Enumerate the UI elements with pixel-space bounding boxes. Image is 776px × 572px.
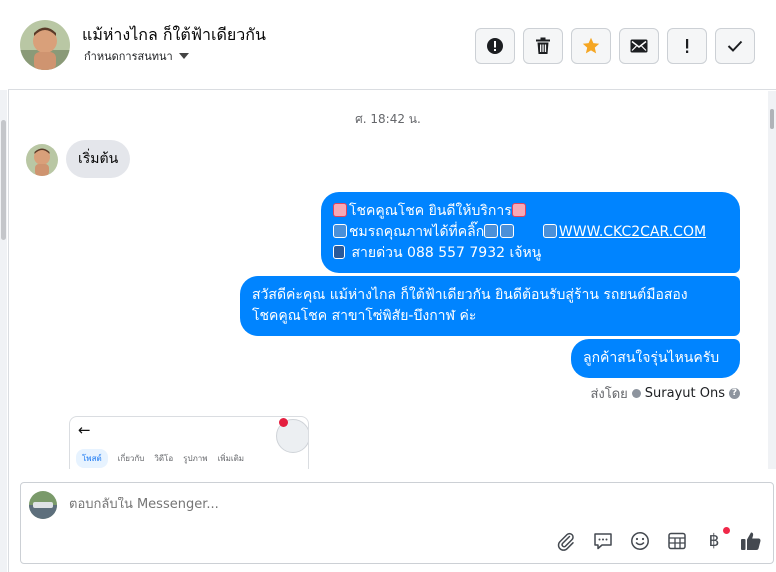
message-timestamp: ศ. 18:42 น. xyxy=(355,112,421,126)
agent-status-icon xyxy=(631,389,641,398)
conversation-actions xyxy=(475,28,755,64)
preview-tab: วิดีโอ xyxy=(154,454,174,463)
mail-icon xyxy=(630,39,648,53)
left-scrollbar[interactable] xyxy=(0,90,7,572)
assign-conversation-dropdown[interactable]: กำหนดการสนทนา xyxy=(84,47,189,65)
sent-by-info: ส่งโดย Surayut Ons ? xyxy=(590,383,740,404)
message-line: ชมรถคุณภาพได้ที่คลิ๊ก WWW.CKC2CAR.COM xyxy=(333,222,728,243)
notification-badge xyxy=(279,418,288,427)
message-line: สายด่วน 088 557 7932 เจ้หนู xyxy=(333,243,728,264)
like-icon xyxy=(741,532,761,550)
follow-up-button[interactable] xyxy=(667,28,707,64)
attach-button[interactable] xyxy=(554,529,578,553)
preview-tab: รูปภาพ xyxy=(183,454,208,463)
sparkle-emoji-icon xyxy=(333,203,347,217)
preview-tab: เกี่ยวกับ xyxy=(117,454,145,463)
like-button[interactable] xyxy=(739,529,763,553)
down-arrow-emoji-icon xyxy=(500,224,515,238)
message-thread[interactable]: ศ. 18:42 น. เริ่มต้น โชคคูณโชค ยินดีให้บ… xyxy=(8,91,768,469)
back-arrow-icon: ← xyxy=(78,421,91,439)
website-link[interactable]: WWW.CKC2CAR.COM xyxy=(559,224,706,240)
phone-emoji-icon xyxy=(333,245,345,259)
sparkle-emoji-icon xyxy=(511,203,526,217)
message-text: สายด่วน 088 557 7932 เจ้หนู xyxy=(351,245,542,261)
outgoing-message-greeting[interactable]: โชคคูณโชค ยินดีให้บริการ ชมรถคุณภาพได้ที… xyxy=(321,192,740,273)
new-feature-dot xyxy=(723,527,730,534)
message-text: ชมรถคุณภาพได้ที่คลิ๊ก xyxy=(349,224,485,240)
thread-scrollbar-thumb[interactable] xyxy=(770,109,774,129)
contact-avatar[interactable] xyxy=(20,20,70,70)
sent-by-label: ส่งโดย xyxy=(590,387,628,402)
help-icon[interactable]: ? xyxy=(729,388,740,399)
check-icon xyxy=(727,40,743,52)
composer-toolbar: ฿ xyxy=(554,527,763,553)
star-button[interactable] xyxy=(571,28,611,64)
trash-icon xyxy=(536,37,550,54)
template-button[interactable] xyxy=(665,529,689,553)
emoji-icon xyxy=(631,532,649,550)
down-arrow-emoji-icon xyxy=(484,224,499,238)
reply-composer: ฿ xyxy=(20,482,774,564)
preview-tab: เพิ่มเติม xyxy=(217,454,245,463)
payment-button[interactable]: ฿ xyxy=(702,527,730,553)
conversation-header: แม้ห่างไกล ก็ใต้ฟ้าเดียวกัน กำหนดการสนทน… xyxy=(8,0,776,90)
contact-avatar-small[interactable] xyxy=(26,144,58,176)
outgoing-message-welcome[interactable]: สวัสดีค่ะคุณ แม้ห่างไกล ก็ใต้ฟ้าเดียวกัน… xyxy=(240,276,740,336)
incoming-message[interactable]: เริ่มต้น xyxy=(66,140,131,178)
template-icon xyxy=(668,532,686,550)
paperclip-icon xyxy=(557,532,574,551)
emoji-button[interactable] xyxy=(628,529,652,553)
spam-button[interactable] xyxy=(475,28,515,64)
exclamation-icon xyxy=(686,39,689,53)
play-emoji-icon xyxy=(542,224,557,238)
thread-scrollbar[interactable] xyxy=(768,91,776,469)
shared-image-preview[interactable]: ← โพสต์ เกี่ยวกับ วิดีโอ รูปภาพ เพิ่มเติ… xyxy=(69,416,309,469)
reply-input[interactable] xyxy=(69,497,749,512)
sent-by-name: Surayut Ons xyxy=(644,386,725,401)
star-icon xyxy=(582,37,600,54)
assign-conversation-label: กำหนดการสนทนา xyxy=(84,50,173,63)
message-text: โชคคูณโชค ยินดีให้บริการ xyxy=(349,203,512,219)
caret-down-icon xyxy=(178,53,189,59)
preview-tabs: โพสต์ เกี่ยวกับ วิดีโอ รูปภาพ เพิ่มเติม xyxy=(76,449,244,468)
message-line: โชคคูณโชค ยินดีให้บริการ xyxy=(333,201,728,222)
message-text: โชคคูณโชค สาขาโซ่พิสัย-บึงกาฬ ค่ะ xyxy=(252,308,477,324)
play-emoji-icon xyxy=(333,224,347,238)
alert-icon xyxy=(487,38,503,54)
outgoing-message-question[interactable]: ลูกค้าสนใจรุ่นไหนครับ xyxy=(571,339,740,378)
page-avatar xyxy=(29,491,57,519)
mark-done-button[interactable] xyxy=(715,28,755,64)
delete-button[interactable] xyxy=(523,28,563,64)
contact-name: แม้ห่างไกล ก็ใต้ฟ้าเดียวกัน xyxy=(82,25,266,44)
message-text: สวัสดีค่ะคุณ แม้ห่างไกล ก็ใต้ฟ้าเดียวกัน… xyxy=(252,287,688,303)
mark-unread-button[interactable] xyxy=(619,28,659,64)
preview-tab: โพสต์ xyxy=(76,449,108,468)
saved-reply-icon xyxy=(594,533,612,550)
saved-reply-button[interactable] xyxy=(591,529,615,553)
payment-icon: ฿ xyxy=(708,531,720,551)
left-scrollbar-thumb[interactable] xyxy=(1,120,6,240)
